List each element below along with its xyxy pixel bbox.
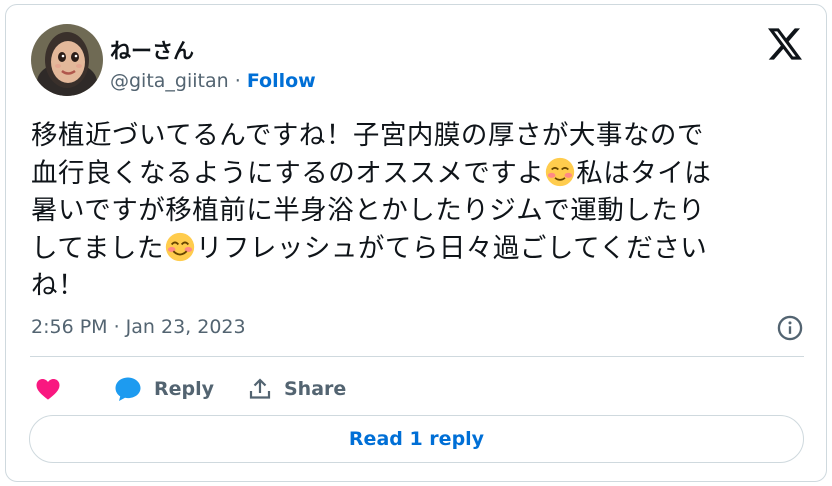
- tweet-line-1: 移植近づいてるんですね！子宮内膜の厚さが大事なので: [31, 120, 704, 151]
- divider: [30, 356, 804, 357]
- share-label: Share: [284, 378, 347, 400]
- display-name[interactable]: ねーさん: [110, 35, 194, 65]
- tweet-card: ねーさん @gita_giitan · Follow 移植近づいてるんですね！子…: [5, 4, 827, 482]
- reply-bubble-icon: [115, 377, 141, 401]
- reply-button[interactable]: Reply: [114, 373, 214, 405]
- tweet-line-2a: 血行良くなるようにするのオススメですよ: [31, 157, 545, 189]
- tweet-line-4a: してました: [31, 232, 164, 264]
- tweet-line-4b: リフレッシュがてら日々過ごしてください: [195, 232, 708, 264]
- like-button[interactable]: [36, 373, 60, 405]
- x-logo-icon[interactable]: [768, 28, 802, 60]
- tweet-timestamp[interactable]: 2:56 PM · Jan 23, 2023: [31, 316, 246, 338]
- reply-label: Reply: [154, 378, 215, 400]
- read-replies-button[interactable]: Read 1 reply: [29, 415, 804, 463]
- smiling-face-with-smiling-eyes-icon: [546, 157, 575, 186]
- tweet-line-3: 暑いですが移植前に半身浴とかしたりジムで運動したり: [31, 195, 706, 226]
- smiling-face-with-blush-icon: [165, 232, 195, 261]
- handle-separator: ·: [228, 70, 247, 92]
- handle[interactable]: @gita_giitan: [110, 70, 229, 92]
- share-button[interactable]: Share: [248, 373, 346, 405]
- avatar[interactable]: [31, 24, 103, 96]
- tweet-line-5: ね！: [31, 270, 85, 301]
- follow-button[interactable]: Follow: [247, 70, 316, 92]
- handle-row: @gita_giitan · Follow: [110, 70, 316, 92]
- tweet-text: 移植近づいてるんですね！子宮内膜の厚さが大事なので 血行良くなるようにするのオス…: [31, 117, 811, 305]
- info-icon[interactable]: [776, 314, 804, 342]
- share-upload-icon: [249, 378, 271, 399]
- tweet-line-2b: 私はタイは: [576, 157, 712, 189]
- heart-icon: [36, 379, 60, 400]
